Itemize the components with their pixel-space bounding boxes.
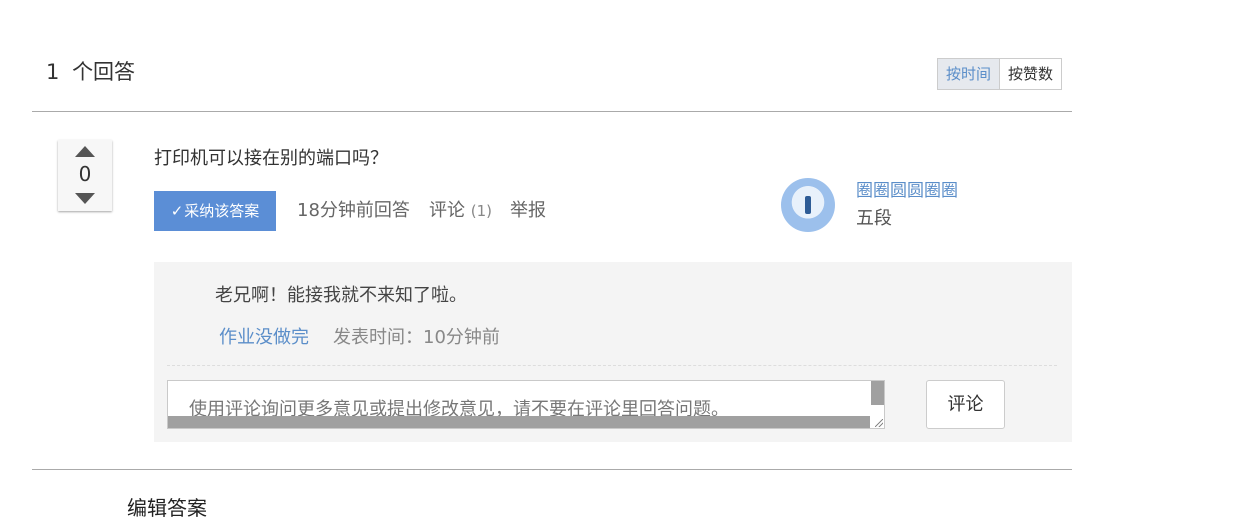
sort-by-votes-button[interactable]: 按赞数 — [1000, 59, 1062, 89]
vote-widget: 0 — [58, 140, 112, 211]
comment-count: (1) — [470, 202, 492, 220]
answer-count-heading: 1 个回答 — [46, 56, 135, 86]
comment-input-horizontal-scrollbar[interactable] — [168, 416, 870, 428]
answer-count-number: 1 — [46, 60, 60, 84]
vote-count: 0 — [78, 162, 92, 186]
avatar[interactable] — [781, 178, 835, 232]
avatar-figure-icon — [805, 196, 811, 214]
comment-link[interactable]: 评论 (1) — [429, 196, 492, 222]
comment-input-vertical-scrollbar[interactable] — [871, 381, 884, 405]
author-name-link[interactable]: 圈圈圆圆圈圈 — [856, 176, 958, 201]
accept-answer-label: 采纳该答案 — [184, 202, 260, 220]
downvote-arrow-icon[interactable] — [75, 193, 95, 204]
checkmark-icon: ✓ — [170, 202, 184, 220]
comment-link-label: 评论 — [429, 200, 465, 221]
comments-panel: 老兄啊！能接我就不来知了啦。 作业没做完 发表时间：10分钟前 使用评论询问更多… — [154, 262, 1072, 442]
answer-body: 打印机可以接在别的端口吗？ — [154, 148, 388, 169]
comment-author-link[interactable]: 作业没做完 — [219, 323, 309, 349]
section-divider — [32, 469, 1072, 470]
submit-comment-button[interactable]: 评论 — [926, 380, 1005, 429]
upvote-arrow-icon[interactable] — [75, 146, 95, 157]
report-link[interactable]: 举报 — [510, 196, 546, 222]
answer-time: 18分钟前回答 — [297, 200, 410, 221]
comment-divider — [167, 365, 1057, 366]
author-rank: 五段 — [856, 208, 892, 229]
comment-text: 老兄啊！能接我就不来知了啦。 — [215, 285, 467, 306]
comment-time: 发表时间：10分钟前 — [333, 327, 500, 348]
accept-answer-button[interactable]: ✓采纳该答案 — [154, 191, 276, 231]
answer-count-suffix: 个回答 — [72, 60, 136, 84]
comment-input[interactable]: 使用评论询问更多意见或提出修改意见，请不要在评论里回答问题。 — [167, 380, 885, 429]
resize-handle-icon[interactable] — [875, 419, 883, 427]
edit-answer-heading: 编辑答案 — [127, 496, 207, 520]
header-divider — [32, 111, 1072, 112]
sort-by-time-button[interactable]: 按时间 — [938, 59, 1001, 89]
sort-toggle: 按时间 按赞数 — [937, 58, 1063, 90]
